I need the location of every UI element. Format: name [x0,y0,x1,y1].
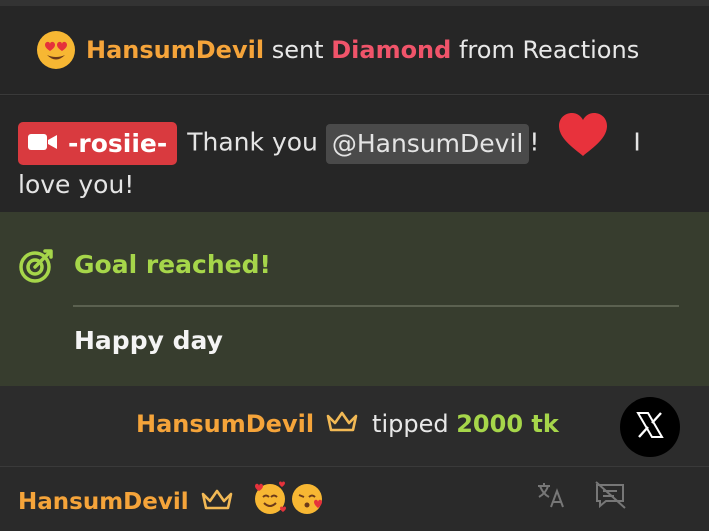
chat-message: -rosiie- Thank you @HansumDevil! I love … [0,96,709,212]
broadcaster-badge[interactable]: -rosiie- [18,122,178,165]
x-icon [634,409,666,445]
compose-username[interactable]: HansumDevil [18,489,189,515]
crown-icon [201,488,233,516]
reaction-username[interactable]: HansumDevil [86,36,264,64]
goal-description: Happy day [74,326,223,355]
message-text-start: Thank you [187,127,318,157]
video-camera-icon [28,124,58,164]
compose-user: HansumDevil [18,488,247,516]
hide-chat-icon[interactable] [594,481,628,513]
face-blowing-kiss-icon[interactable] [290,480,326,520]
reaction-notification: HansumDevil sent Diamond from Reactions [0,6,709,95]
close-button[interactable] [620,397,680,457]
reaction-verb: sent [271,36,324,64]
message-exclaim: ! [529,127,540,157]
reaction-item: Diamond [331,36,452,64]
red-heart-emoji-icon [557,112,609,158]
translate-icon[interactable] [536,481,566,513]
crown-icon [326,410,358,438]
heart-eyes-emoji-icon [36,30,76,70]
smiling-face-with-hearts-icon[interactable] [252,480,288,520]
target-icon [18,246,56,284]
user-mention[interactable]: @HansumDevil [325,123,530,164]
goal-panel [0,212,709,386]
tip-line: HansumDevil tipped 2000 tk [136,410,559,438]
goal-title: Goal reached! [74,250,271,279]
broadcaster-name: -rosiie- [68,128,168,158]
emoji-group [252,480,326,520]
tip-username[interactable]: HansumDevil [136,410,314,438]
tip-amount: 2000 tk [456,410,559,438]
tip-verb: tipped [372,410,449,438]
reaction-suffix: from Reactions [458,36,640,64]
goal-divider [73,305,679,307]
